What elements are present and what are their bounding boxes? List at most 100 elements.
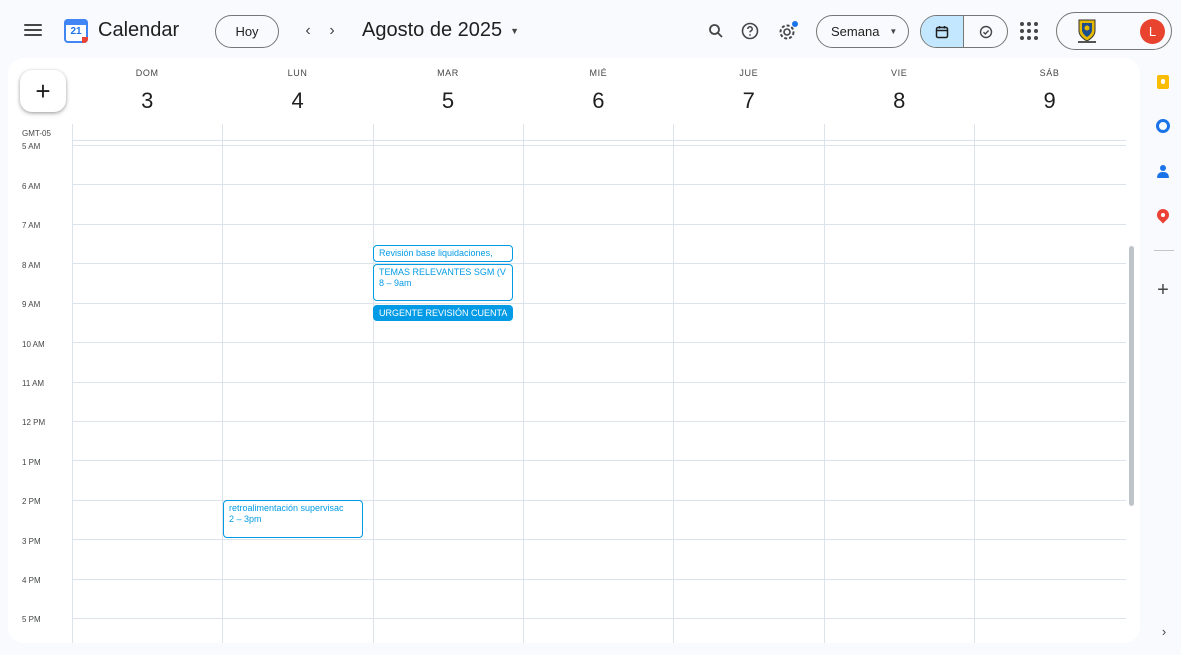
event-title: TEMAS RELEVANTES SGM (V (379, 267, 506, 277)
day-divider (523, 124, 524, 643)
day-divider (72, 124, 73, 643)
hour-label: 10 AM (22, 340, 45, 349)
grid-line (72, 145, 1126, 146)
grid-line (72, 618, 1126, 619)
event-chip[interactable]: TEMAS RELEVANTES SGM (V 8 – 9am (373, 264, 513, 301)
hour-label: 7 AM (22, 221, 41, 230)
event-chip[interactable]: Revisión base liquidaciones, (373, 245, 513, 262)
hour-label: 5 AM (22, 142, 41, 151)
event-title: URGENTE REVISIÓN CUENTA (379, 308, 508, 318)
hour-label: 8 AM (22, 261, 41, 270)
day-number[interactable]: 3 (72, 88, 222, 114)
day-header-fri[interactable]: VIE 8 (824, 58, 974, 114)
hour-label: 11 AM (22, 379, 45, 388)
tasks-icon[interactable] (1153, 116, 1173, 136)
calendar-view-icon[interactable] (921, 16, 965, 47)
calendar-main: + DOM 3 LUN 4 MAR 5 MIÉ 6 JUE 7 VIE 8 SÁB 9 GMT… (8, 58, 1140, 643)
hour-label: 6 AM (22, 182, 41, 191)
day-header-tue[interactable]: MAR 5 (373, 58, 523, 114)
event-time: 2 – 3pm (229, 514, 262, 524)
grid-line (72, 184, 1126, 185)
day-number[interactable]: 5 (373, 88, 523, 114)
day-of-week: MAR (437, 68, 459, 78)
hour-label: 4 PM (22, 576, 41, 585)
day-header-mon[interactable]: LUN 4 (222, 58, 372, 114)
day-header-sun[interactable]: DOM 3 (72, 58, 222, 114)
search-icon[interactable] (703, 18, 729, 44)
day-header-sat[interactable]: SÁB 9 (974, 58, 1124, 114)
maps-icon[interactable] (1153, 207, 1173, 227)
top-bar: 21 Calendar Hoy ‹ › Agosto de 2025 ▼ Sema… (0, 0, 1181, 62)
day-divider (222, 124, 223, 643)
hamburger-menu-icon[interactable] (24, 21, 42, 39)
grid-line (72, 303, 1126, 304)
grid-line (72, 421, 1126, 422)
organization-logo (1075, 18, 1099, 44)
chevron-down-icon: ▼ (889, 27, 898, 36)
hour-label: 9 AM (22, 300, 41, 309)
vertical-scrollbar[interactable] (1129, 246, 1134, 506)
grid-line (72, 539, 1126, 540)
grid-line (72, 140, 1126, 141)
view-dropdown[interactable]: Semana ▼ (816, 15, 909, 48)
view-label: Semana (831, 24, 880, 39)
day-number[interactable]: 8 (824, 88, 974, 114)
mode-toggle (920, 15, 1008, 48)
avatar[interactable]: L (1140, 19, 1165, 44)
account-switcher[interactable]: L (1056, 12, 1172, 50)
event-time: 8 – 9am (379, 278, 412, 288)
apps-grid-icon[interactable] (1020, 22, 1038, 40)
grid-line (72, 382, 1126, 383)
logo-date-number: 21 (70, 26, 82, 37)
day-divider (824, 124, 825, 643)
time-grid[interactable]: Revisión base liquidaciones, TEMAS RELEV… (72, 124, 1126, 643)
period-selector[interactable]: Agosto de 2025 ▼ (362, 19, 519, 42)
tasks-view-icon[interactable] (964, 16, 1007, 47)
day-of-week: DOM (135, 68, 159, 78)
day-divider (974, 124, 975, 643)
day-of-week: JUE (739, 68, 759, 78)
day-of-week: MIÉ (589, 68, 608, 78)
event-chip[interactable]: retroalimentación supervisac 2 – 3pm (223, 500, 363, 538)
today-button[interactable]: Hoy (215, 15, 279, 48)
help-icon[interactable] (737, 18, 763, 44)
day-divider (673, 124, 674, 643)
day-divider (373, 124, 374, 643)
grid-line (72, 460, 1126, 461)
day-of-week: VIE (891, 68, 908, 78)
chevron-down-icon: ▼ (510, 25, 520, 36)
day-number[interactable]: 9 (974, 88, 1124, 114)
expand-panel-button[interactable]: › (1156, 624, 1172, 640)
event-title: Revisión base liquidaciones, (379, 248, 493, 258)
hour-label: 5 PM (22, 615, 41, 624)
grid-line (72, 263, 1126, 264)
contacts-icon[interactable] (1153, 162, 1173, 182)
day-number[interactable]: 6 (523, 88, 673, 114)
period-label: Agosto de 2025 (362, 19, 503, 41)
grid-line (72, 224, 1126, 225)
grid-line (72, 342, 1126, 343)
hour-label: 12 PM (22, 418, 46, 427)
app-title[interactable]: Calendar (98, 19, 179, 42)
next-week-button[interactable]: › (320, 19, 344, 43)
day-header-wed[interactable]: MIÉ 6 (523, 58, 673, 114)
calendar-logo[interactable]: 21 (64, 19, 88, 43)
day-number[interactable]: 4 (222, 88, 372, 114)
day-of-week: LUN (287, 68, 308, 78)
event-title: retroalimentación supervisac (229, 503, 344, 513)
day-number[interactable]: 7 (674, 88, 824, 114)
create-event-button[interactable]: + (20, 70, 66, 112)
side-panel: + › (1148, 62, 1181, 655)
add-addon-button[interactable]: + (1153, 280, 1173, 300)
settings-icon[interactable] (775, 18, 801, 44)
hour-label: 1 PM (22, 458, 41, 467)
divider (1154, 250, 1174, 251)
timezone-label: GMT-05 (22, 129, 51, 138)
hour-label: 3 PM (22, 537, 41, 546)
hour-label: 2 PM (22, 497, 41, 506)
keep-icon[interactable] (1153, 72, 1173, 92)
grid-line (72, 579, 1126, 580)
event-chip[interactable]: URGENTE REVISIÓN CUENTA (373, 305, 513, 321)
previous-week-button[interactable]: ‹ (296, 19, 320, 43)
day-header-thu[interactable]: JUE 7 (674, 58, 824, 114)
